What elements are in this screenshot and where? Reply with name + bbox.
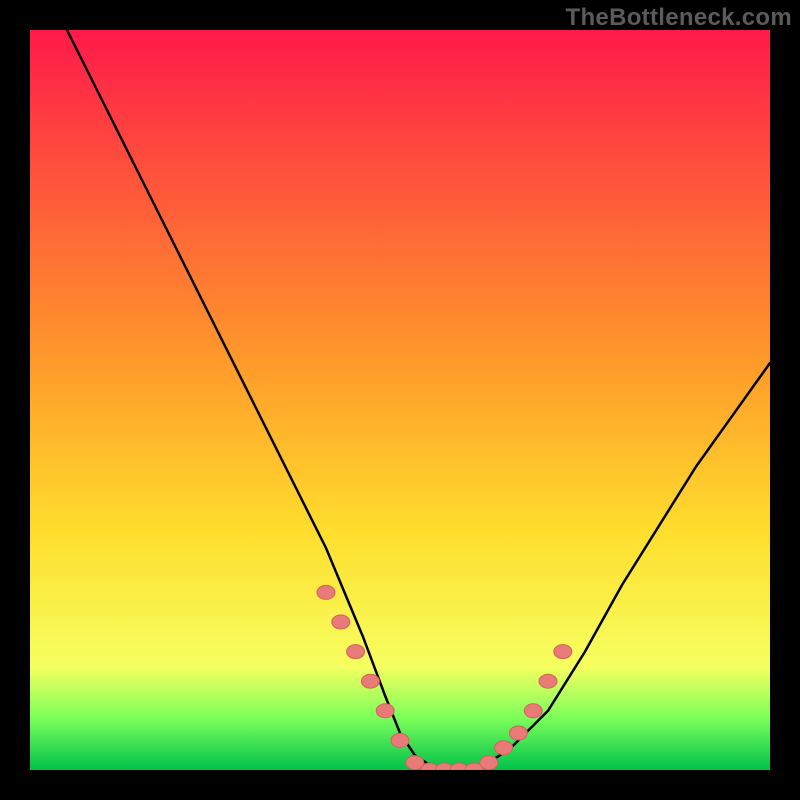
sample-point [332,615,350,629]
watermark-text: TheBottleneck.com [566,4,792,32]
sample-point [361,674,379,688]
sample-point [524,704,542,718]
chart-svg [0,0,800,800]
sample-point [539,674,557,688]
sample-point [391,733,409,747]
sample-point [480,756,498,770]
chart-frame: TheBottleneck.com [0,0,800,800]
sample-point [495,741,513,755]
sample-point [509,726,527,740]
sample-point [347,645,365,659]
sample-point [317,585,335,599]
sample-point [376,704,394,718]
sample-point [554,645,572,659]
plot-background [30,30,770,770]
